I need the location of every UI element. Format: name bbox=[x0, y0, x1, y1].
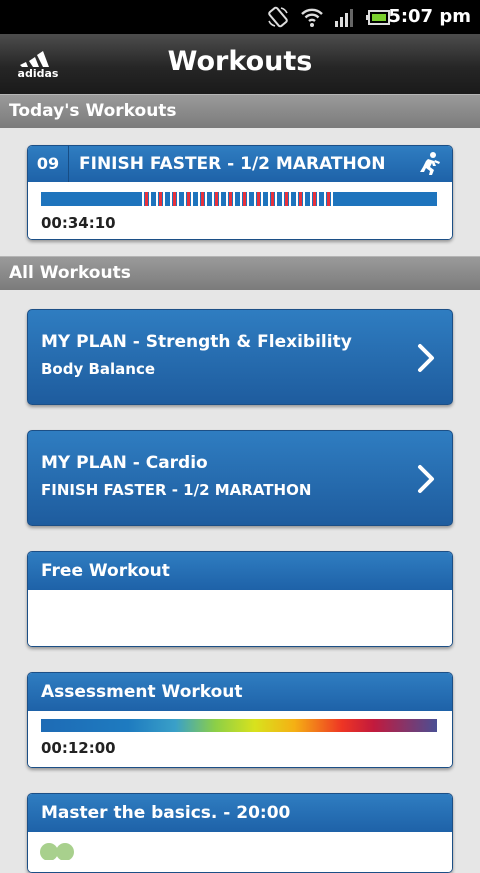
chevron-right-icon bbox=[416, 464, 436, 498]
plan-subtitle: FINISH FASTER - 1/2 MARATHON bbox=[41, 481, 312, 499]
plan-card-strength[interactable]: MY PLAN - Strength & Flexibility Body Ba… bbox=[27, 309, 453, 405]
page-title: Workouts bbox=[167, 46, 313, 77]
assessment-workout-title: Assessment Workout bbox=[28, 673, 452, 711]
assessment-workout-body: 00:12:00 bbox=[28, 711, 452, 767]
heart-icon bbox=[39, 840, 79, 864]
intensity-gradient-bar bbox=[41, 719, 437, 732]
plan-title: MY PLAN - Strength & Flexibility bbox=[41, 332, 352, 352]
plan-subtitle: Body Balance bbox=[41, 360, 156, 378]
wifi-icon bbox=[300, 5, 324, 33]
status-bar: 5:07 pm bbox=[0, 0, 480, 34]
running-icon bbox=[416, 151, 442, 182]
free-workout-title: Free Workout bbox=[28, 552, 452, 590]
screen-rotation-icon bbox=[266, 5, 290, 33]
master-basics-card[interactable]: Master the basics. - 20:00 bbox=[27, 793, 453, 873]
assessment-workout-card[interactable]: Assessment Workout 00:12:00 bbox=[27, 672, 453, 768]
free-workout-card[interactable]: Free Workout bbox=[27, 551, 453, 647]
master-basics-body bbox=[28, 832, 452, 872]
today-workout-header: 09 FINISH FASTER - 1/2 MARATHON bbox=[28, 146, 452, 182]
interval-progress-bar bbox=[41, 192, 437, 206]
plan-card-cardio[interactable]: MY PLAN - Cardio FINISH FASTER - 1/2 MAR… bbox=[27, 430, 453, 526]
signal-strength-icon bbox=[332, 5, 356, 33]
assessment-workout-duration: 00:12:00 bbox=[41, 739, 116, 757]
today-workout-title: FINISH FASTER - 1/2 MARATHON bbox=[79, 154, 386, 174]
today-workout-card[interactable]: 09 FINISH FASTER - 1/2 MARATHON 00:34:10 bbox=[27, 145, 453, 240]
workout-number: 09 bbox=[28, 146, 69, 182]
app-header: adidas Workouts bbox=[0, 34, 480, 94]
today-workout-duration: 00:34:10 bbox=[41, 214, 116, 232]
today-workout-body: 00:34:10 bbox=[28, 182, 452, 239]
status-time: 5:07 pm bbox=[388, 6, 471, 27]
plan-title: MY PLAN - Cardio bbox=[41, 453, 208, 473]
master-basics-title: Master the basics. - 20:00 bbox=[28, 794, 452, 832]
free-workout-body bbox=[28, 590, 452, 646]
section-header-all: All Workouts bbox=[0, 256, 480, 290]
section-header-today: Today's Workouts bbox=[0, 94, 480, 128]
chevron-right-icon bbox=[416, 343, 436, 377]
